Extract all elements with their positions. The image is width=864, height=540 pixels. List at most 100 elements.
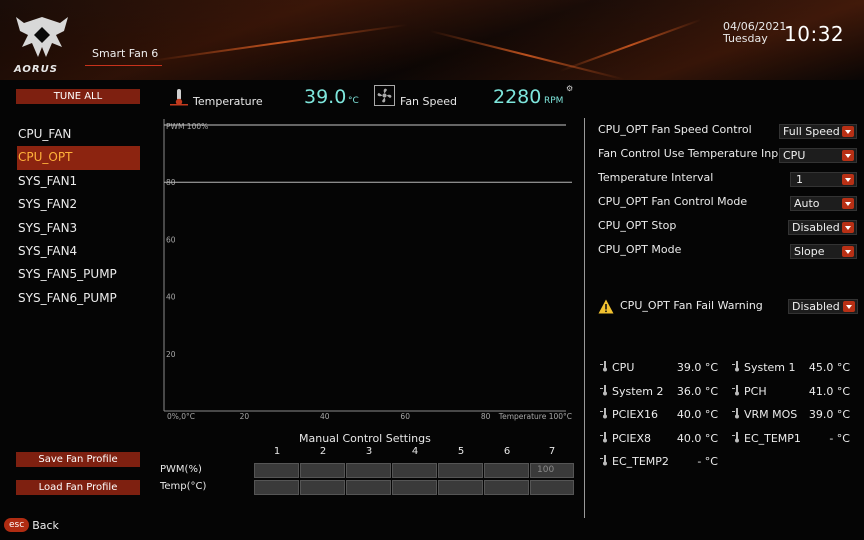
- pwm-cell[interactable]: [438, 463, 483, 478]
- tab-smart-fan[interactable]: Smart Fan 6: [85, 44, 162, 66]
- tune-all-button[interactable]: TUNE ALL: [16, 89, 140, 104]
- pwm-cell[interactable]: [392, 463, 437, 478]
- select-value: CPU: [783, 149, 806, 162]
- chart-origin-label: 0%,0°C: [167, 412, 195, 421]
- chart-y-tick-label: 60: [166, 235, 176, 244]
- fan-speed-control-select[interactable]: Full Speed: [779, 124, 857, 139]
- setting-label: CPU_OPT Stop: [598, 219, 677, 232]
- fan-item-sys-fan1[interactable]: SYS_FAN1: [17, 170, 140, 193]
- back-button[interactable]: esc Back: [4, 518, 59, 534]
- fan-item-sys-fan3[interactable]: SYS_FAN3: [17, 217, 140, 240]
- sensor-value: 36.0 °C: [676, 385, 718, 398]
- fan-speed-label: Fan Speed: [400, 95, 458, 108]
- temp-cell[interactable]: [438, 480, 483, 495]
- manual-col-header: 2: [319, 446, 327, 457]
- fan-fail-warning-row: CPU_OPT Fan Fail Warning Disabled: [598, 296, 860, 318]
- chevron-down-icon: [842, 198, 854, 209]
- fan-list: CPU_FAN CPU_OPT SYS_FAN1 SYS_FAN2 SYS_FA…: [17, 123, 140, 310]
- setting-label: CPU_OPT Mode: [598, 243, 682, 256]
- thermometer-icon: [732, 361, 739, 372]
- temp-cell[interactable]: [254, 480, 299, 495]
- manual-control-title: Manual Control Settings: [299, 432, 431, 445]
- temperature-label: Temperature: [193, 95, 263, 108]
- pwm-cell[interactable]: [254, 463, 299, 478]
- thermometer-icon: [600, 361, 607, 372]
- temperature-input-select[interactable]: CPU: [779, 148, 857, 163]
- chart-x-tick-label: 20: [240, 412, 250, 421]
- sensor-vrm-mos: VRM MOS: [732, 408, 797, 421]
- manual-col-header: 7: [548, 446, 556, 457]
- back-label: Back: [32, 518, 59, 532]
- sensor-pciex8: PCIEX8: [600, 432, 651, 445]
- chevron-down-icon: [842, 222, 854, 233]
- sensor-name: PCH: [744, 385, 767, 398]
- fan-icon: [374, 85, 395, 106]
- fan-fail-warning-label: CPU_OPT Fan Fail Warning: [620, 299, 763, 312]
- fan-item-sys-fan4[interactable]: SYS_FAN4: [17, 240, 140, 263]
- setting-label: CPU_OPT Fan Control Mode: [598, 195, 748, 208]
- settings-gear-icon[interactable]: ⚙: [566, 84, 573, 93]
- manual-col-header: 3: [365, 446, 373, 457]
- fan-item-cpu-opt[interactable]: CPU_OPT: [17, 146, 140, 170]
- pwm-cell[interactable]: 100: [530, 463, 574, 478]
- sensor-ec-temp2: EC_TEMP2: [600, 455, 669, 468]
- fan-item-sys-fan6-pump[interactable]: SYS_FAN6_PUMP: [17, 287, 140, 310]
- chevron-down-icon: [842, 246, 854, 257]
- pwm-cell[interactable]: [484, 463, 529, 478]
- manual-col-header: 5: [457, 446, 465, 457]
- chart-x-tick-label: 80: [481, 412, 491, 421]
- temp-cell[interactable]: [484, 480, 529, 495]
- fan-mode-select[interactable]: Slope: [790, 244, 857, 259]
- select-value: Disabled: [792, 300, 840, 313]
- panel-divider: [584, 118, 585, 518]
- temp-cell[interactable]: [346, 480, 391, 495]
- setting-row: CPU_OPT Fan Control Mode Auto: [598, 193, 860, 217]
- sensor-value: - °C: [829, 432, 850, 445]
- sensor-name: CPU: [612, 361, 635, 374]
- save-fan-profile-button[interactable]: Save Fan Profile: [16, 452, 140, 467]
- fan-item-sys-fan2[interactable]: SYS_FAN2: [17, 193, 140, 216]
- fan-speed-unit: RPM: [544, 96, 564, 106]
- esc-key-badge: esc: [4, 518, 30, 532]
- fan-stop-select[interactable]: Disabled: [788, 220, 857, 235]
- chevron-down-icon: [842, 126, 854, 137]
- chevron-down-icon: [842, 150, 854, 161]
- setting-row: Fan Control Use Temperature Input CPU: [598, 145, 860, 169]
- sensor-name: System 1: [744, 361, 796, 374]
- setting-label: Temperature Interval: [598, 171, 714, 184]
- sensor-name: PCIEX8: [612, 432, 652, 445]
- setting-row: CPU_OPT Stop Disabled: [598, 217, 860, 241]
- load-fan-profile-button[interactable]: Load Fan Profile: [16, 480, 140, 495]
- sensor-name: VRM MOS: [744, 408, 798, 421]
- sensor-pch: PCH: [732, 385, 767, 398]
- thermometer-icon: [732, 408, 739, 419]
- brand-wordmark: AORUS: [14, 64, 58, 75]
- thermometer-icon: [600, 455, 607, 466]
- sensor-system1: System 1: [732, 361, 796, 374]
- sensor-system2: System 2: [600, 385, 664, 398]
- select-value: Disabled: [792, 221, 840, 234]
- sensor-value: 39.0 °C: [676, 361, 718, 374]
- chart-x-tick-label: 40: [320, 412, 330, 421]
- pwm-row-label: PWM(%): [160, 464, 202, 475]
- chart-x-axis-label: Temperature 100°C: [498, 412, 572, 421]
- thermometer-icon: [732, 432, 739, 443]
- pwm-cell[interactable]: [300, 463, 345, 478]
- fan-item-sys-fan5-pump[interactable]: SYS_FAN5_PUMP: [17, 263, 140, 286]
- setting-row: Temperature Interval 1: [598, 169, 860, 193]
- fan-fail-warning-select[interactable]: Disabled: [788, 299, 858, 314]
- temperature-value: 39.0: [304, 86, 347, 108]
- pwm-cell[interactable]: [346, 463, 391, 478]
- fan-control-mode-select[interactable]: Auto: [790, 196, 857, 211]
- select-value: Slope: [794, 245, 825, 258]
- temp-cell[interactable]: [300, 480, 345, 495]
- temp-cell[interactable]: [530, 480, 574, 495]
- sensor-value: 39.0 °C: [808, 408, 850, 421]
- setting-row: CPU_OPT Fan Speed Control Full Speed: [598, 121, 860, 145]
- fan-curve-chart[interactable]: PWM 100%0%,0°C Temperature 100°C20 40 60 808…: [153, 113, 575, 430]
- temperature-interval-select[interactable]: 1: [790, 172, 857, 187]
- temp-cell[interactable]: [392, 480, 437, 495]
- sensor-name: EC_TEMP1: [744, 432, 801, 445]
- sensor-name: System 2: [612, 385, 664, 398]
- fan-item-cpu-fan[interactable]: CPU_FAN: [17, 123, 140, 146]
